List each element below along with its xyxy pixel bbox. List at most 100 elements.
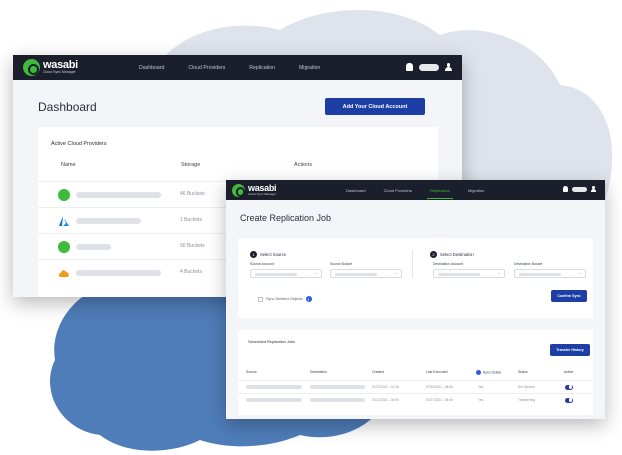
- cloud-provider-icon: [58, 270, 69, 277]
- select-placeholder: [335, 272, 377, 276]
- confirm-sync-button[interactable]: Confirm Sync: [551, 290, 587, 302]
- source-account-label: Source Account: [250, 262, 274, 266]
- nav-dashboard[interactable]: Dashboard: [346, 188, 366, 193]
- name-placeholder: [76, 218, 141, 224]
- created-value: 07/12/2021 - 04:09: [372, 397, 399, 402]
- nav-migration[interactable]: Migration: [468, 188, 484, 193]
- sync-delete-info-icon: [476, 370, 481, 375]
- column-header-storage: Storage: [181, 162, 201, 168]
- info-icon[interactable]: i: [305, 296, 312, 302]
- select-placeholder: [255, 272, 297, 276]
- scheduled-jobs-title: Scheduled Replication Jobs: [248, 340, 295, 344]
- column-header-created: Created: [372, 370, 385, 374]
- destination-bucket-select[interactable]: ⌄: [514, 269, 586, 278]
- source-placeholder: [246, 385, 302, 389]
- storage-value: 4 Buckets: [180, 269, 202, 275]
- active-toggle[interactable]: [565, 384, 573, 390]
- scheduled-jobs-card: Scheduled Replication Jobs Transfer Hist…: [238, 330, 593, 415]
- column-header-last-executed: Last Executed: [426, 370, 448, 374]
- wasabi-icon: [58, 189, 70, 201]
- sync-deleted-checkbox[interactable]: [258, 296, 263, 302]
- destination-account-select[interactable]: ⌄: [433, 269, 505, 278]
- column-header-active: Active: [564, 370, 574, 374]
- bell-icon[interactable]: [563, 186, 568, 192]
- column-header-destination: Destination: [310, 370, 327, 374]
- source-account-select[interactable]: ⌄: [250, 269, 322, 278]
- status-value: Not Synced: [518, 384, 535, 389]
- replication-window: wasabi Cloud Sync Manager Dashboard Clou…: [226, 180, 605, 419]
- bell-icon[interactable]: [406, 63, 413, 71]
- destination-bucket-label: Destination Bucket: [514, 262, 543, 266]
- table-row[interactable]: 07/27/2021 - 01:46 07/30/2021 - 08:06 Ye…: [238, 380, 593, 393]
- storage-value: 90 Buckets: [180, 243, 205, 249]
- source-bucket-label: Source Bucket: [330, 262, 353, 266]
- nav-dashboard[interactable]: Dashboard: [139, 65, 164, 71]
- last-executed-value: 07/27/2021 - 06:46: [426, 397, 453, 402]
- sync-delete-value: Yes: [478, 397, 484, 402]
- column-header-name: Name: [61, 162, 76, 168]
- sync-delete-value: Yes: [478, 384, 484, 389]
- select-placeholder: [438, 272, 480, 276]
- name-placeholder: [76, 270, 161, 276]
- sync-delete-label: Sync Delete: [483, 370, 502, 375]
- name-placeholder: [76, 244, 111, 250]
- wasabi-logo[interactable]: wasabi Cloud Sync Manager: [23, 59, 78, 76]
- chevron-down-icon: ⌄: [578, 270, 582, 275]
- main-nav: Dashboard Cloud Providers Replication Mi…: [346, 188, 484, 199]
- user-icon[interactable]: [445, 63, 452, 71]
- page-title: Create Replication Job: [240, 213, 332, 223]
- step-number: 2: [430, 251, 437, 258]
- wasabi-logo[interactable]: wasabi Cloud Sync Manager: [232, 183, 277, 197]
- step-label: Select Source: [260, 252, 287, 257]
- step-number: 1: [250, 251, 257, 258]
- user-icon[interactable]: [591, 186, 596, 192]
- nav-cloud-providers[interactable]: Cloud Providers: [384, 188, 412, 193]
- account-pill[interactable]: [572, 186, 587, 192]
- wasabi-icon: [58, 241, 70, 253]
- active-toggle[interactable]: [565, 397, 573, 403]
- select-source-step: 1 Select Source: [250, 251, 286, 258]
- main-nav: Dashboard Cloud Providers Replication Mi…: [139, 65, 320, 71]
- storage-value: 46 Buckets: [180, 191, 205, 197]
- account-pill[interactable]: [419, 63, 439, 71]
- logo-subtitle: Cloud Sync Manager: [248, 192, 277, 196]
- page-title: Dashboard: [38, 100, 97, 114]
- chevron-down-icon: ⌄: [394, 270, 398, 275]
- column-header-actions: Actions: [294, 162, 313, 168]
- column-header-status: Status: [518, 370, 528, 374]
- transfer-history-button[interactable]: Transfer History: [550, 344, 590, 356]
- nav-replication[interactable]: Replication: [427, 188, 453, 199]
- add-cloud-account-button[interactable]: Add Your Cloud Account: [325, 98, 425, 115]
- select-placeholder: [519, 272, 561, 276]
- sync-deleted-label: Sync Deleted Objects: [266, 297, 303, 301]
- created-value: 07/27/2021 - 01:46: [372, 384, 399, 389]
- column-header-sync-delete: Sync Delete: [476, 370, 501, 375]
- nav-replication[interactable]: Replication: [249, 65, 275, 71]
- destination-placeholder: [310, 398, 365, 402]
- card-title: Active Cloud Providers: [51, 141, 107, 147]
- top-navigation-bar: wasabi Cloud Sync Manager Dashboard Clou…: [226, 180, 605, 200]
- column-header-source: Source: [246, 370, 257, 374]
- status-value: Transferring: [518, 397, 536, 402]
- nav-migration[interactable]: Migration: [299, 65, 320, 71]
- name-placeholder: [76, 192, 161, 198]
- wasabi-logo-icon: [232, 183, 246, 197]
- wasabi-logo-icon: [23, 59, 40, 76]
- sync-deleted-objects-row: Sync Deleted Objects i: [258, 296, 312, 302]
- chevron-down-icon: ⌄: [497, 270, 501, 275]
- step-label: Select Destination: [440, 252, 474, 257]
- select-destination-step: 2 Select Destination: [430, 251, 474, 258]
- source-bucket-select[interactable]: ⌄: [330, 269, 402, 278]
- divider: [412, 250, 413, 278]
- last-executed-value: 07/30/2021 - 08:06: [426, 384, 453, 389]
- destination-placeholder: [310, 385, 365, 389]
- source-placeholder: [246, 398, 302, 402]
- top-navigation-bar: wasabi Cloud Sync Manager Dashboard Clou…: [13, 55, 462, 80]
- azure-icon: [59, 216, 69, 226]
- table-row[interactable]: 07/12/2021 - 04:09 07/27/2021 - 06:46 Ye…: [238, 393, 593, 406]
- storage-value: 1 Buckets: [180, 217, 202, 223]
- nav-cloud-providers[interactable]: Cloud Providers: [188, 65, 225, 71]
- destination-account-label: Destination Account: [433, 262, 463, 266]
- logo-subtitle: Cloud Sync Manager: [43, 70, 76, 75]
- chevron-down-icon: ⌄: [314, 270, 318, 275]
